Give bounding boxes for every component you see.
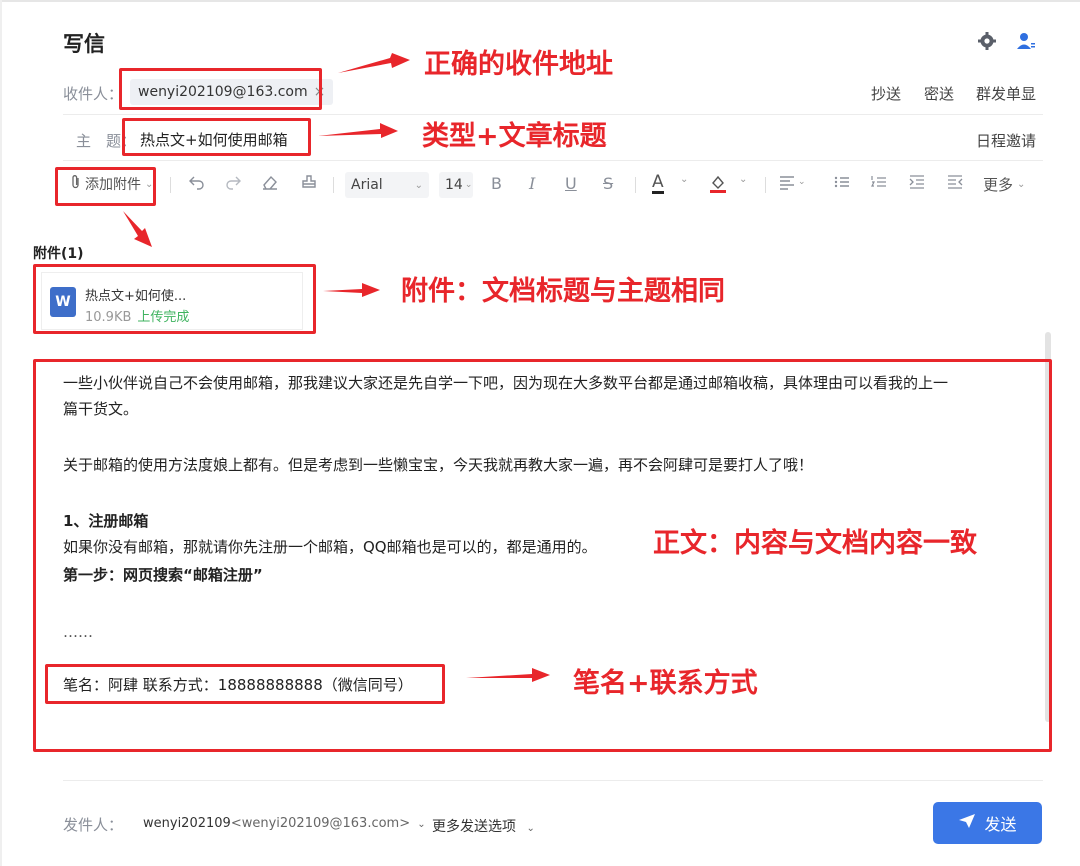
annotation-subject: 类型+文章标题 [422,121,607,152]
annotation-signature: 笔名+联系方式 [573,668,758,699]
annotation-recipient: 正确的收件地址 [424,49,613,80]
annotation-attachment: 附件：文档标题与主题相同 [401,276,725,307]
annotation-body: 正文：内容与文档内容一致 [653,528,977,559]
